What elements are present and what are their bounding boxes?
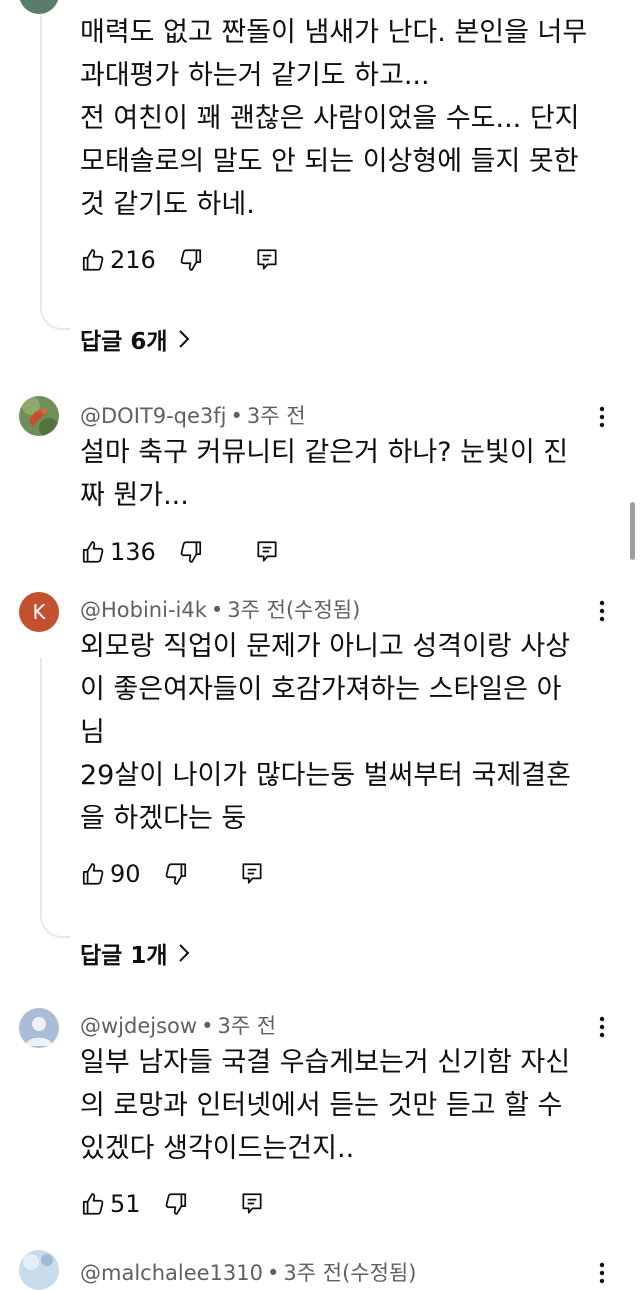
avatar[interactable] — [19, 1250, 59, 1290]
comment-line: 매력도 없고 짠돌이 냄새가 난다. 본인을 너무 — [80, 17, 588, 48]
comment-line: 일부 남자들 국결 우습게보는거 신기함 자신 — [80, 1047, 571, 1078]
comment-line: 29살이 나이가 많다는둥 벌써부터 국제결혼 — [80, 760, 571, 791]
replies-label: 답글 1개 — [80, 943, 168, 969]
comment-meta: @Hobini-i4k • 3주 전(수정됨) — [80, 598, 361, 622]
avatar[interactable] — [19, 1008, 59, 1048]
chevron-right-icon — [178, 329, 190, 349]
comment-author[interactable]: @Hobini-i4k — [80, 598, 207, 622]
comment-text: 외모랑 직업이 문제가 아니고 성격이랑 사상 이 좋은여자들이 호감가져하는 … — [80, 625, 610, 840]
comment-author[interactable]: @DOIT9-qe3fj — [80, 404, 227, 428]
kebab-menu-icon[interactable] — [592, 596, 612, 626]
comment-time: 3주 전 — [217, 1014, 277, 1038]
thumbs-down-icon[interactable] — [163, 1191, 189, 1217]
like-count: 51 — [110, 1190, 141, 1218]
chevron-right-icon — [178, 943, 190, 963]
reply-comment-icon[interactable] — [254, 247, 280, 273]
like-count: 136 — [110, 538, 156, 566]
avatar[interactable] — [19, 396, 59, 436]
comment-meta: @malchalee1310 • 3주 전(수정됨) — [80, 1261, 417, 1285]
comment-line: 의 로망과 인터넷에서 듣는 것만 듣고 할 수 — [80, 1090, 563, 1121]
comment-author[interactable]: @wjdejsow — [80, 1014, 197, 1038]
reply-comment-icon[interactable] — [239, 861, 265, 887]
view-replies-button[interactable]: 답글 1개 — [80, 936, 190, 970]
comment-line: 모태솔로의 말도 안 되는 이상형에 들지 못한 — [80, 146, 579, 177]
comment-text: 설마 축구 커뮤니티 같은거 하나? 눈빛이 진 짜 뭔가... — [80, 431, 610, 517]
comment-author[interactable]: @malchalee1310 — [80, 1261, 263, 1285]
comment-line: 전 여친이 꽤 괜찮은 사람이었을 수도... 단지 — [80, 103, 580, 134]
comment-actions: 90 — [80, 854, 265, 894]
thread-line — [40, 658, 42, 908]
thumbs-up-icon[interactable] — [80, 1191, 106, 1217]
comment-line: 외모랑 직업이 문제가 아니고 성격이랑 사상 — [80, 631, 571, 662]
comment-time: 3주 전(수정됨) — [227, 598, 361, 622]
comment-time: 3주 전(수정됨) — [283, 1261, 417, 1285]
kebab-menu-icon[interactable] — [592, 1012, 612, 1042]
view-replies-button[interactable]: 답글 6개 — [80, 322, 190, 356]
comment-line: 짜 뭔가... — [80, 480, 189, 511]
comment-meta: @wjdejsow • 3주 전 — [80, 1014, 277, 1038]
thumbs-down-icon[interactable] — [178, 247, 204, 273]
replies-label: 답글 6개 — [80, 329, 168, 355]
thread-line — [40, 0, 42, 300]
comment-line: 이 좋은여자들이 호감가져하는 스타일은 아 — [80, 674, 562, 705]
thumbs-down-icon[interactable] — [163, 861, 189, 887]
avatar[interactable] — [19, 0, 59, 14]
comment-meta: @DOIT9-qe3fj • 3주 전 — [80, 404, 306, 428]
comment-line: 있겠다 생각이드는건지.. — [80, 1133, 355, 1164]
kebab-menu-icon[interactable] — [592, 1258, 612, 1288]
kebab-menu-icon[interactable] — [592, 402, 612, 432]
comment-actions: 136 — [80, 532, 280, 572]
thread-curve — [40, 300, 70, 330]
comment-actions: 51 — [80, 1184, 265, 1224]
comment-line: 설마 축구 커뮤니티 같은거 하나? 눈빛이 진 — [80, 437, 569, 468]
thumbs-up-icon[interactable] — [80, 861, 106, 887]
comment-time: 3주 전 — [246, 404, 306, 428]
thumbs-up-icon[interactable] — [80, 539, 106, 565]
avatar[interactable]: K — [19, 592, 59, 632]
like-count: 90 — [110, 860, 141, 888]
reply-comment-icon[interactable] — [239, 1191, 265, 1217]
comment-text: 매력도 없고 짠돌이 냄새가 난다. 본인을 너무 과대평가 하는거 같기도 하… — [80, 11, 610, 226]
comment-line: 것 같기도 하네. — [80, 189, 255, 220]
reply-comment-icon[interactable] — [254, 539, 280, 565]
comment-line: 을 하겠다는 둥 — [80, 803, 247, 834]
comment-actions: 216 — [80, 240, 280, 280]
comment-line: 과대평가 하는거 같기도 하고... — [80, 60, 430, 91]
thread-curve — [40, 908, 70, 938]
comment-line: 님 — [80, 717, 105, 748]
thumbs-down-icon[interactable] — [178, 539, 204, 565]
comment-text: 일부 남자들 국결 우습게보는거 신기함 자신 의 로망과 인터넷에서 듣는 것… — [80, 1041, 610, 1170]
thumbs-up-icon[interactable] — [80, 247, 106, 273]
scrollbar[interactable] — [630, 502, 635, 560]
avatar-letter: K — [32, 600, 46, 624]
like-count: 216 — [110, 246, 156, 274]
